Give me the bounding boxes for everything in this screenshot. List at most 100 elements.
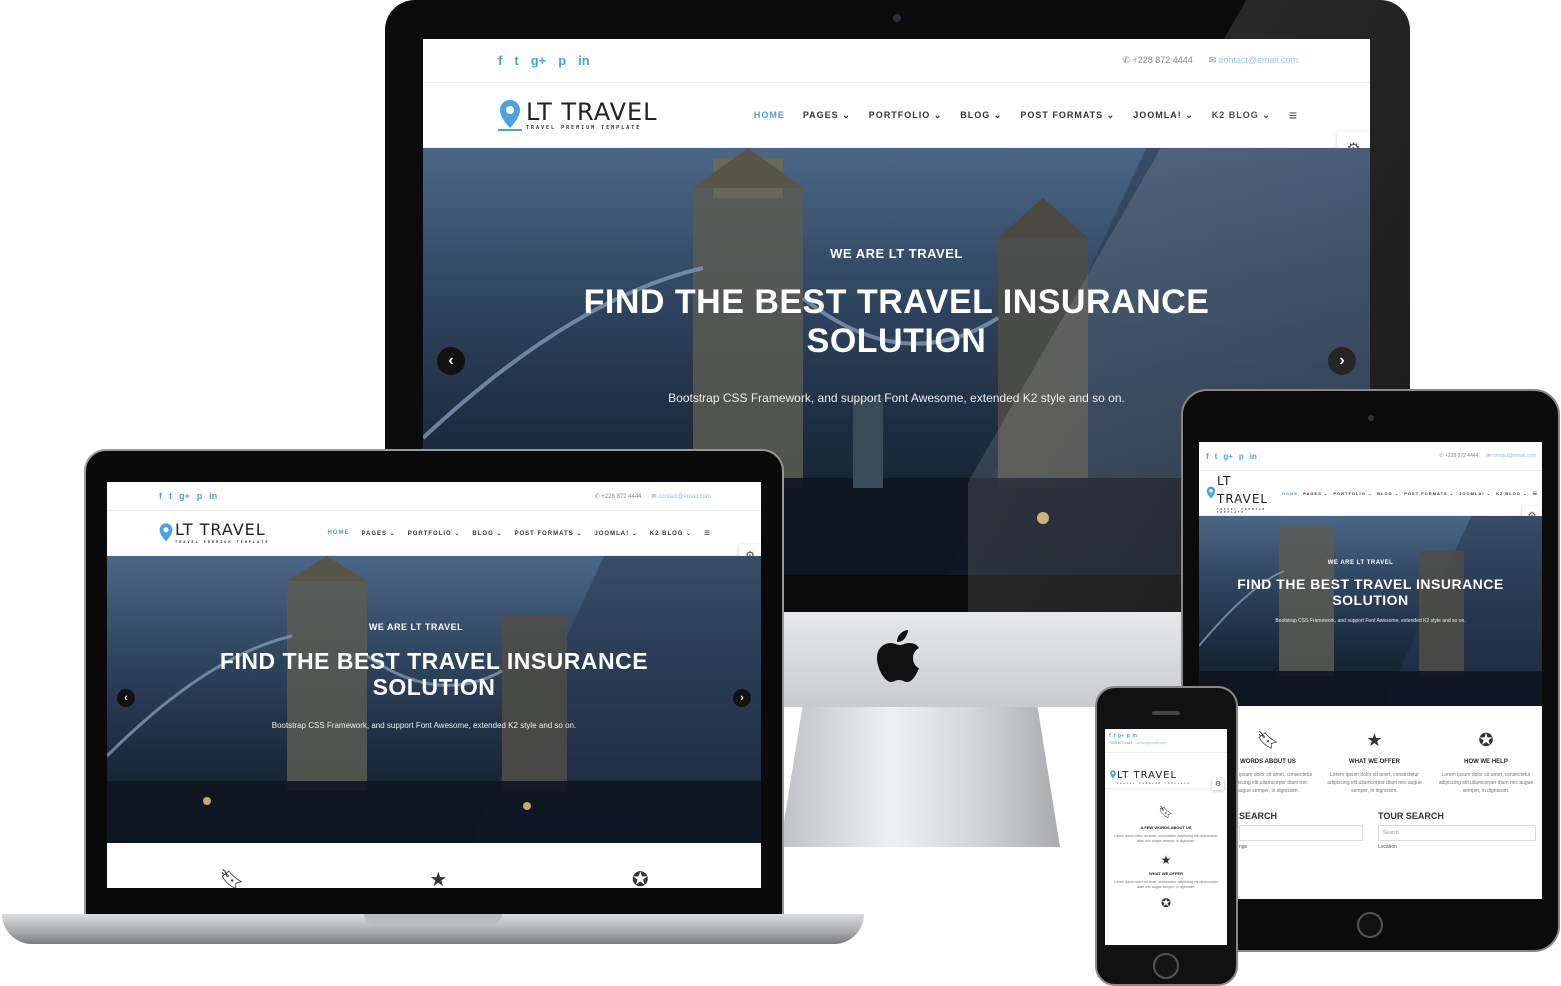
twitter-icon[interactable]: t (1215, 452, 1218, 461)
contact-info: ✆ +228 872 4444 ✉ contact@email.com (595, 493, 711, 500)
email-link[interactable]: contact@email.com (1135, 741, 1166, 745)
twitter-icon[interactable]: t (169, 491, 172, 501)
features-row: 🔖︎ ★ ✪ (107, 843, 761, 888)
menu-portfolio[interactable]: PORTFOLIO ⌄ (408, 530, 461, 537)
hamburger-icon[interactable]: ≡ (1289, 107, 1298, 123)
logo[interactable]: LT TRAVEL TRAVEL PREMIUM TEMPLATE (1205, 472, 1282, 514)
menu-joomla[interactable]: JOOMLA! ⌄ (1459, 491, 1491, 496)
feature-title: A FEW WORDS ABOUT US (1140, 825, 1192, 830)
menu-post-formats[interactable]: POST FORMATS ⌄ (1020, 110, 1115, 121)
facebook-icon[interactable]: f (159, 491, 162, 501)
facebook-icon[interactable]: f (1206, 452, 1209, 461)
logo[interactable]: LT TRAVEL TRAVEL PREMIUM TEMPLATE (157, 522, 269, 544)
tablet-home-button (1357, 912, 1383, 938)
prev-slide-button[interactable]: ‹ (117, 689, 135, 707)
twitter-icon[interactable]: t (1113, 733, 1115, 739)
menu-blog[interactable]: BLOG ⌄ (472, 530, 502, 537)
menu-blog[interactable]: BLOG ⌄ (960, 110, 1002, 121)
pinterest-icon[interactable]: p (197, 491, 203, 501)
search-input[interactable] (1239, 825, 1363, 841)
main-nav: LT TRAVEL TRAVEL PREMIUM TEMPLATE HOME P… (107, 511, 761, 556)
next-slide-button[interactable]: › (733, 689, 751, 707)
next-slide-button[interactable]: › (1328, 347, 1356, 375)
prev-slide-button[interactable]: ‹ (437, 347, 465, 375)
feature-title: HOW WE HELP (1464, 759, 1508, 765)
hero-caption: WE ARE LT TRAVEL FIND THE BEST TRAVEL IN… (423, 246, 1370, 405)
google-plus-icon[interactable]: g+ (1223, 452, 1233, 461)
contact-info: ✆ +228 872 4444 ✉ contact@email.com (1439, 453, 1536, 459)
hero-title: FIND THE BEST TRAVEL INSURANCE SOLUTION (219, 648, 649, 701)
menu-pages[interactable]: PAGES ⌄ (1303, 491, 1328, 496)
hero-slider: WE ARE LT TRAVEL FIND THE BEST TRAVEL IN… (107, 556, 761, 843)
map-pin-icon (496, 98, 524, 132)
google-plus-icon[interactable]: g+ (179, 491, 190, 501)
map-pin-icon (157, 522, 175, 544)
hamburger-icon[interactable]: ≡ (704, 528, 711, 539)
menu-k2-blog[interactable]: K2 BLOG ⌄ (650, 530, 692, 537)
menu-home[interactable]: HOME (754, 110, 785, 120)
mail-icon: ✉ (1208, 55, 1219, 65)
facebook-icon[interactable]: f (1109, 733, 1111, 739)
menu-home[interactable]: HOME (327, 530, 349, 536)
menu-home[interactable]: HOME (1282, 491, 1298, 496)
menu-portfolio[interactable]: PORTFOLIO ⌄ (1333, 491, 1372, 496)
tour-search-input[interactable]: Search (1378, 825, 1536, 841)
menu-k2-blog-label: K2 BLOG (649, 530, 684, 537)
menu-joomla-label: JOOMLA! (1459, 490, 1485, 496)
menu-joomla-label: JOOMLA! (594, 530, 630, 537)
google-plus-icon[interactable]: g+ (531, 53, 547, 68)
logo[interactable]: LT TRAVEL TRAVEL PREMIUM TEMPLATE (496, 98, 658, 132)
hamburger-icon[interactable]: ≡ (1532, 489, 1538, 498)
menu-blog[interactable]: BLOG ⌄ (1377, 491, 1399, 496)
menu-k2-blog-label: K2 BLOG (1496, 490, 1521, 496)
linkedin-icon[interactable]: in (1250, 452, 1257, 461)
menu-post-formats[interactable]: POST FORMATS ⌄ (514, 530, 582, 537)
menu-portfolio[interactable]: PORTFOLIO ⌄ (869, 110, 943, 121)
email-link[interactable]: contact@email.com (1219, 55, 1298, 65)
pinterest-icon[interactable]: p (1239, 452, 1244, 461)
linkedin-icon[interactable]: in (209, 491, 217, 501)
twitter-icon[interactable]: t (514, 53, 518, 68)
menu-joomla[interactable]: JOOMLA! ⌄ (594, 530, 637, 537)
menu-k2-blog[interactable]: K2 BLOG ⌄ (1212, 110, 1271, 121)
hero-caption: WE ARE LT TRAVEL FIND THE BEST TRAVEL IN… (1199, 560, 1542, 624)
menu-k2-blog[interactable]: K2 BLOG ⌄ (1496, 491, 1527, 496)
feature-about: 🔖︎ A FEW WORDS ABOUT US Lorem ipsum dolo… (1105, 789, 1227, 845)
feature-offer: ★ WHAT WE OFFER Lorem ipsum dolor sit am… (1105, 845, 1227, 891)
email-link[interactable]: contact@email.com (658, 494, 711, 500)
menu-blog-label: BLOG (472, 530, 494, 537)
menu-portfolio-label: PORTFOLIO (1333, 490, 1366, 496)
logo[interactable]: LT TRAVEL TRAVEL PREMIUM TEMPLATE (1105, 753, 1227, 789)
hero-slider: WE ARE LT TRAVEL FIND THE BEST TRAVEL IN… (1199, 516, 1542, 706)
linkedin-icon[interactable]: in (1133, 733, 1137, 739)
settings-gear-icon[interactable]: ⚙ (1212, 778, 1224, 790)
imac-stand (780, 707, 1060, 847)
social-links: f t g+ p in (1105, 729, 1227, 739)
phone-home-button (1153, 953, 1179, 979)
hero-kicker: WE ARE LT TRAVEL (830, 246, 963, 261)
contact-info: ✆ +228 872 4444 ✉ contact@email.com (1122, 55, 1298, 66)
email-link[interactable]: contact@email.com (1492, 453, 1536, 459)
main-nav: LT TRAVEL TRAVEL PREMIUM TEMPLATE HOME P… (423, 83, 1370, 148)
menu-post-formats[interactable]: POST FORMATS ⌄ (1404, 491, 1454, 496)
facebook-icon[interactable]: f (498, 53, 502, 68)
menu-pages[interactable]: PAGES ⌄ (803, 110, 851, 121)
pinterest-icon[interactable]: p (1127, 733, 1130, 739)
social-links: f t g+ p in (159, 491, 217, 501)
social-links: f t g+ p in (1206, 452, 1257, 461)
feature-text: Lorem ipsum dolor sit amet, consectetur … (1327, 772, 1422, 794)
social-links: f t g+ p in (498, 53, 590, 68)
feature-title: WHAT WE OFFER (1149, 870, 1183, 876)
menu-pages[interactable]: PAGES ⌄ (361, 530, 395, 537)
location-label: Location (1378, 844, 1397, 850)
menu-joomla[interactable]: JOOMLA! ⌄ (1133, 110, 1194, 121)
star-icon: ★ (1160, 852, 1172, 867)
features-row: 🔖︎ WORDS ABOUT US Lorem ipsum dolor sit … (1199, 706, 1542, 795)
bookmark-icon: 🔖︎ (1158, 805, 1174, 819)
map-pin-icon (1109, 769, 1117, 780)
rebel-icon: ✪ (631, 869, 649, 888)
linkedin-icon[interactable]: in (578, 53, 590, 68)
google-plus-icon[interactable]: g+ (1118, 733, 1124, 739)
feature-text: Lorem ipsum dolor sit amet, consectetur … (1114, 834, 1218, 844)
pinterest-icon[interactable]: p (558, 53, 566, 68)
